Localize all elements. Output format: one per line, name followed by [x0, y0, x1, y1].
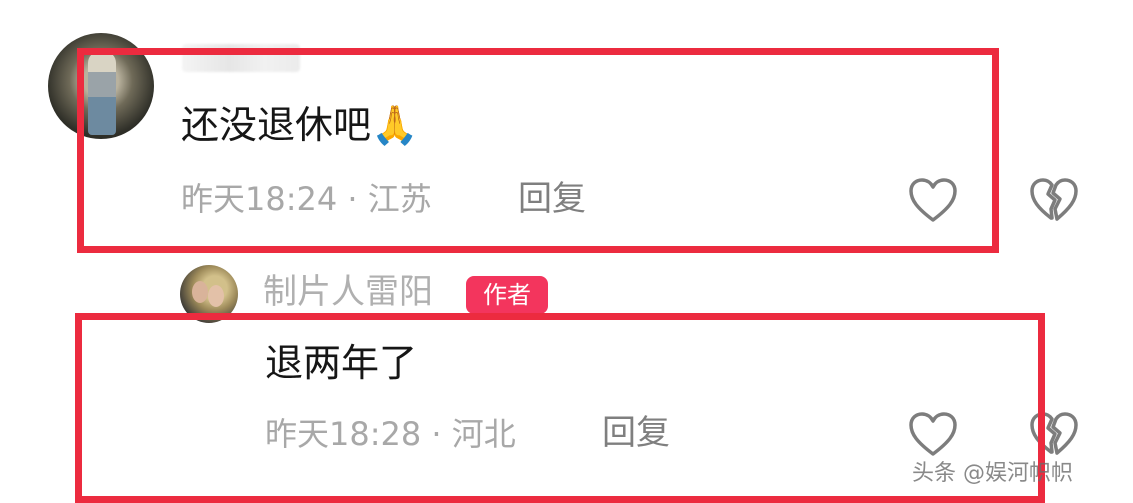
highlight-box — [75, 313, 1045, 503]
avatar-face — [192, 281, 208, 303]
watermark: 头条 @娱河帜帜 — [912, 461, 1073, 486]
avatar-face — [208, 285, 224, 307]
author-name[interactable]: 制片人雷阳 — [263, 275, 433, 309]
broken-heart-icon[interactable] — [1028, 176, 1080, 224]
author-badge: 作者 — [466, 276, 548, 314]
highlight-box — [77, 48, 999, 253]
